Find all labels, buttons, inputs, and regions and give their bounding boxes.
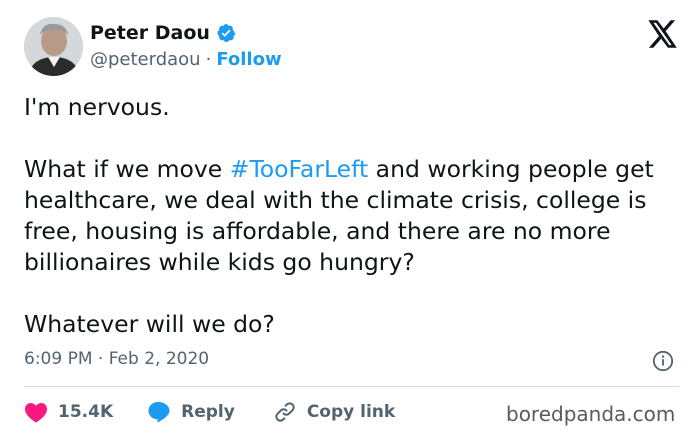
avatar-photo xyxy=(24,17,83,76)
author-handle-row: @peterdaou · Follow xyxy=(90,49,282,70)
info-icon[interactable] xyxy=(652,350,674,372)
avatar[interactable] xyxy=(24,17,83,76)
verified-badge-icon xyxy=(217,24,236,42)
copy-link-label: Copy link xyxy=(306,402,396,422)
reply-label: Reply xyxy=(181,402,235,422)
heart-icon xyxy=(25,403,47,423)
tweet-line-1: I'm nervous. xyxy=(24,93,170,121)
reply-button[interactable]: Reply xyxy=(147,401,235,423)
tweet-paragraph-prefix: What if we move xyxy=(24,155,230,183)
tweet-text: I'm nervous. What if we move #TooFarLeft… xyxy=(24,92,684,340)
author-name[interactable]: Peter Daou xyxy=(90,22,210,44)
x-logo-icon[interactable] xyxy=(648,20,678,48)
tweet-paragraph: What if we move #TooFarLeft and working … xyxy=(24,155,654,276)
reply-bubble-icon xyxy=(148,402,170,423)
like-count: 15.4K xyxy=(58,402,114,422)
author-name-row: Peter Daou xyxy=(90,22,236,44)
copy-link-button[interactable]: Copy link xyxy=(273,400,395,424)
tweet-timestamp[interactable]: 6:09 PM · Feb 2, 2020 xyxy=(24,349,209,369)
follow-button[interactable]: Follow xyxy=(216,49,281,70)
link-icon xyxy=(275,402,295,422)
watermark: boredpanda.com xyxy=(506,402,676,426)
tweet-actions: 15.4K Reply Copy link xyxy=(24,400,395,424)
author-handle[interactable]: @peterdaou xyxy=(90,49,201,70)
hashtag-link[interactable]: #TooFarLeft xyxy=(230,155,368,183)
like-button[interactable]: 15.4K xyxy=(24,401,113,423)
divider xyxy=(24,386,679,387)
tweet-closing: Whatever will we do? xyxy=(24,310,275,338)
handle-separator: · xyxy=(205,49,212,70)
